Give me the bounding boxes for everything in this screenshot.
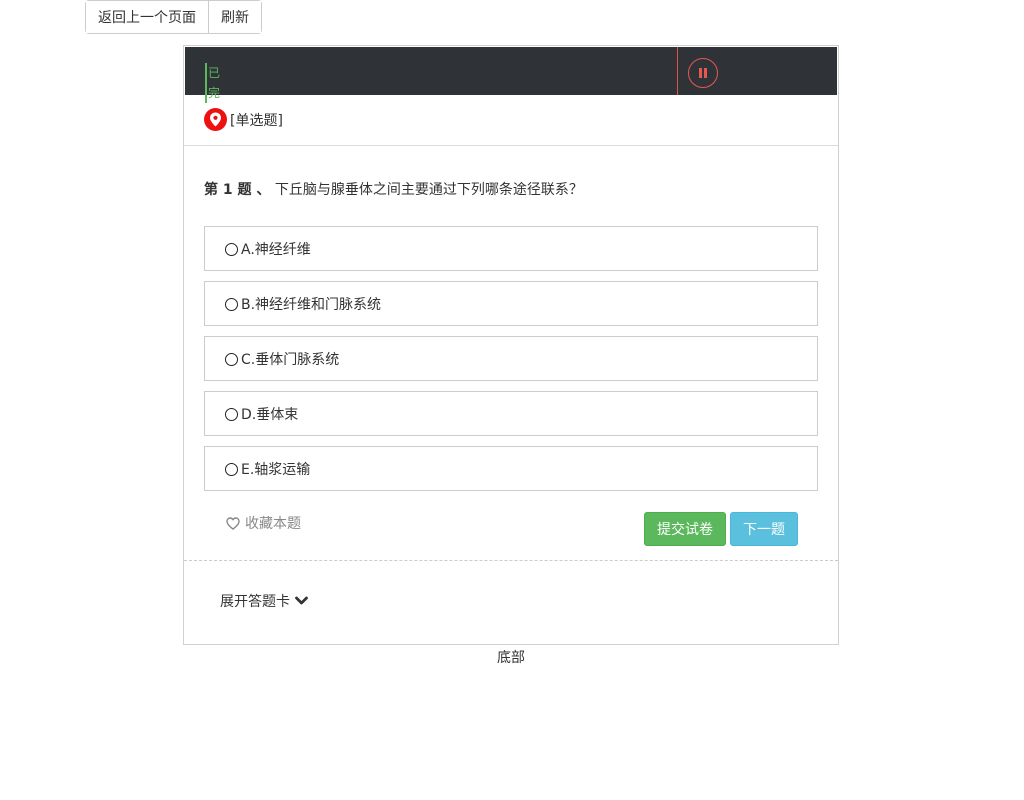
footer: 底部 (497, 650, 525, 666)
option-d[interactable]: D.垂体束 (204, 391, 818, 436)
pause-button[interactable] (688, 58, 718, 88)
option-label: A.神经纤维 (241, 241, 311, 258)
radio-icon[interactable] (225, 463, 238, 476)
chevron-down-icon (295, 596, 308, 605)
option-label: E.轴浆运输 (241, 461, 311, 478)
radio-icon[interactable] (225, 298, 238, 311)
expand-answer-card-button[interactable]: 展开答题卡 (220, 591, 308, 611)
question-title: 第 1 题 、 下丘脑与腺垂体之间主要通过下列哪条途径联系？ (204, 179, 583, 199)
options-list: A.神经纤维 B.神经纤维和门脉系统 C.垂体门脉系统 D.垂体束 E.轴浆运输 (204, 226, 818, 501)
back-button[interactable]: 返回上一个页面 (86, 1, 208, 33)
refresh-button[interactable]: 刷新 (208, 1, 261, 33)
top-toolbar: 返回上一个页面 刷新 (85, 0, 262, 34)
option-e[interactable]: E.轴浆运输 (204, 446, 818, 491)
next-question-button[interactable]: 下一题 (730, 512, 798, 546)
question-type-row: [单选题] (184, 96, 838, 146)
option-label: C.垂体门脉系统 (241, 351, 340, 368)
question-type-label: [单选题] (230, 113, 283, 129)
answer-card-label: 展开答题卡 (220, 594, 290, 610)
option-c[interactable]: C.垂体门脉系统 (204, 336, 818, 381)
map-pin-icon (204, 108, 227, 131)
option-label: B.神经纤维和门脉系统 (241, 296, 382, 313)
timer-line (677, 47, 678, 95)
pause-icon (699, 68, 707, 78)
radio-icon[interactable] (225, 408, 238, 421)
heart-icon (226, 516, 240, 530)
timer-bar: 已完 (185, 47, 837, 103)
exam-card: 已完 [单选题] 第 1 题 、 下丘脑与腺垂体之间主要通过下列哪条途径联系？ … (183, 45, 839, 645)
option-label: D.垂体束 (241, 406, 299, 423)
radio-icon[interactable] (225, 353, 238, 366)
favorite-button[interactable]: 收藏本题 (226, 513, 301, 533)
radio-icon[interactable] (225, 243, 238, 256)
question-number: 第 1 题 (204, 182, 252, 198)
divider (184, 560, 838, 561)
option-b[interactable]: B.神经纤维和门脉系统 (204, 281, 818, 326)
favorite-label: 收藏本题 (245, 516, 301, 532)
submit-exam-button[interactable]: 提交试卷 (644, 512, 726, 546)
question-text: 下丘脑与腺垂体之间主要通过下列哪条途径联系？ (274, 182, 583, 198)
question-separator: 、 (251, 182, 271, 198)
option-a[interactable]: A.神经纤维 (204, 226, 818, 271)
